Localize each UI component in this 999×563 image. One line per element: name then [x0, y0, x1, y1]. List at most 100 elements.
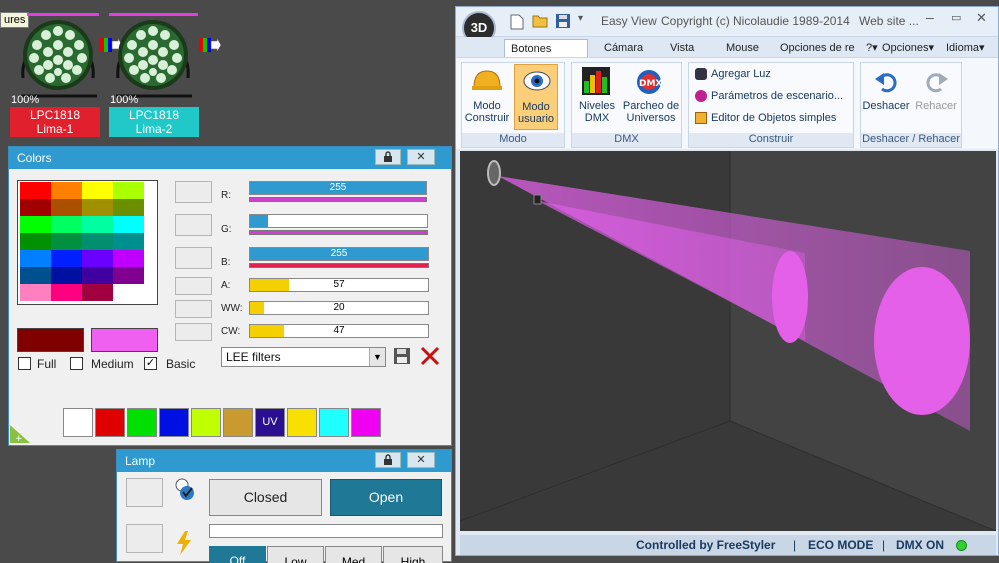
palette-swatch[interactable] — [82, 250, 113, 267]
filter-select[interactable]: LEE filters ▼ — [221, 347, 386, 367]
qat-dropdown-icon[interactable]: ▾ — [578, 13, 583, 24]
close-icon[interactable]: ✕ — [407, 452, 435, 468]
tab-vista[interactable]: Vista — [664, 39, 700, 57]
palette-swatch[interactable] — [20, 182, 51, 199]
channel-slider[interactable]: 255 — [249, 247, 429, 261]
save-icon[interactable] — [556, 14, 570, 31]
fixture-2-label[interactable]: LPC1818 Lima-2 — [109, 107, 199, 137]
new-file-icon[interactable] — [510, 14, 524, 33]
idioma-menu[interactable]: Idioma▾ — [940, 39, 991, 57]
palette-swatch[interactable] — [51, 182, 82, 199]
rehacer-button[interactable]: Rehacer — [911, 100, 961, 112]
quick-color-swatch[interactable] — [351, 408, 381, 437]
channel-r-button[interactable] — [175, 181, 212, 203]
palette-swatch[interactable] — [51, 199, 82, 216]
palette-swatch[interactable] — [82, 182, 113, 199]
agregar-luz-item[interactable]: Agregar Luz — [695, 65, 771, 83]
power-channel-button[interactable] — [126, 524, 163, 553]
palette-swatch[interactable] — [82, 284, 113, 301]
palette-swatch[interactable] — [51, 267, 82, 284]
palette-swatch[interactable] — [20, 216, 51, 233]
channel-slider[interactable]: 57 — [249, 278, 429, 292]
channel-b-button[interactable] — [175, 247, 212, 269]
palette-swatch[interactable] — [113, 216, 144, 233]
channel-ww-button[interactable] — [175, 300, 212, 318]
palette-swatch[interactable] — [113, 182, 144, 199]
undo-icon[interactable] — [874, 69, 898, 96]
channel-a-button[interactable] — [175, 277, 212, 295]
palette-swatch[interactable] — [82, 233, 113, 250]
target-color-swatch[interactable] — [91, 328, 158, 352]
checkbox-basic[interactable]: ✓ — [144, 357, 157, 370]
modo-construir-button[interactable]: Modo Construir — [463, 100, 511, 124]
resize-grip-icon[interactable]: + — [10, 425, 30, 446]
mode-med-button[interactable]: Med — [325, 546, 382, 563]
palette-swatch[interactable] — [20, 267, 51, 284]
mode-high-button[interactable]: High — [383, 546, 443, 563]
redo-icon[interactable] — [925, 69, 949, 96]
open-folder-icon[interactable] — [532, 14, 548, 31]
minimize-icon[interactable]: – — [926, 9, 934, 25]
maximize-icon[interactable]: ▭ — [951, 11, 961, 24]
tab-opciones-render[interactable]: Opciones de re — [774, 39, 862, 57]
palette-swatch[interactable] — [20, 284, 51, 301]
channel-g-button[interactable] — [175, 214, 212, 236]
quick-color-swatch[interactable] — [319, 408, 349, 437]
modo-usuario-button[interactable]: Modo usuario — [514, 64, 558, 130]
palette-swatch[interactable] — [82, 216, 113, 233]
palette-swatch[interactable] — [113, 233, 144, 250]
palette-swatch[interactable] — [82, 267, 113, 284]
tab-camara[interactable]: Cámara — [598, 39, 649, 57]
quick-color-swatch[interactable] — [159, 408, 189, 437]
parcheo-universos-button[interactable]: Parcheo de Universos — [621, 100, 681, 124]
floppy-disk-icon[interactable] — [393, 347, 411, 368]
checkbox-medium[interactable] — [70, 357, 83, 370]
palette-swatch[interactable] — [51, 250, 82, 267]
palette-swatch[interactable] — [20, 250, 51, 267]
tab-botones-estandar[interactable]: Botones estánd — [504, 39, 588, 73]
quick-color-swatch[interactable]: UV — [255, 408, 285, 437]
quick-color-swatch[interactable] — [287, 408, 317, 437]
palette-swatch[interactable] — [113, 199, 144, 216]
editor-objetos-item[interactable]: Editor de Objetos simples — [695, 109, 836, 127]
quick-color-swatch[interactable] — [223, 408, 253, 437]
mode-low-button[interactable]: Low — [267, 546, 324, 563]
palette-swatch[interactable] — [51, 216, 82, 233]
palette-swatch[interactable] — [113, 250, 144, 267]
quick-color-swatch[interactable] — [127, 408, 157, 437]
power-slider[interactable] — [209, 524, 443, 538]
current-color-swatch[interactable] — [17, 328, 84, 352]
opciones-menu[interactable]: Opciones▾ — [876, 39, 940, 57]
tab-mouse[interactable]: Mouse — [720, 39, 765, 57]
open-button[interactable]: Open — [330, 479, 442, 516]
quick-color-swatch[interactable] — [191, 408, 221, 437]
channel-slider[interactable]: 255 — [249, 181, 427, 195]
lock-icon[interactable] — [375, 452, 401, 468]
palette-swatch[interactable] — [113, 284, 144, 301]
palette-swatch[interactable] — [113, 267, 144, 284]
channel-slider[interactable]: 26 — [249, 214, 428, 228]
checkbox-full[interactable] — [18, 357, 31, 370]
deshacer-button[interactable]: Deshacer — [861, 100, 911, 112]
palette-swatch[interactable] — [51, 233, 82, 250]
quick-color-swatch[interactable] — [63, 408, 93, 437]
fixture-1-icon[interactable] — [15, 18, 101, 101]
mode-off-button[interactable]: Off — [209, 546, 266, 563]
channel-cw-button[interactable] — [175, 323, 212, 341]
palette-swatch[interactable] — [51, 284, 82, 301]
closed-button[interactable]: Closed — [209, 479, 322, 516]
fixture-1-label[interactable]: LPC1818 Lima-1 — [10, 107, 100, 137]
palette-swatch[interactable] — [20, 199, 51, 216]
lock-icon[interactable] — [375, 149, 401, 165]
chevron-down-icon[interactable]: ▼ — [369, 348, 385, 366]
channel-slider[interactable]: 20 — [249, 301, 429, 315]
3d-viewport[interactable] — [459, 151, 997, 532]
window-close-icon[interactable]: ✕ — [976, 10, 987, 26]
channel-slider[interactable]: 47 — [249, 324, 429, 338]
close-icon[interactable]: ✕ — [407, 149, 435, 165]
fixture-2-icon[interactable] — [110, 18, 196, 101]
parametros-escenario-item[interactable]: Parámetros de escenario... — [695, 87, 843, 105]
website-link[interactable]: Web site ... — [859, 14, 919, 28]
delete-x-icon[interactable] — [419, 345, 441, 370]
quick-color-swatch[interactable] — [95, 408, 125, 437]
